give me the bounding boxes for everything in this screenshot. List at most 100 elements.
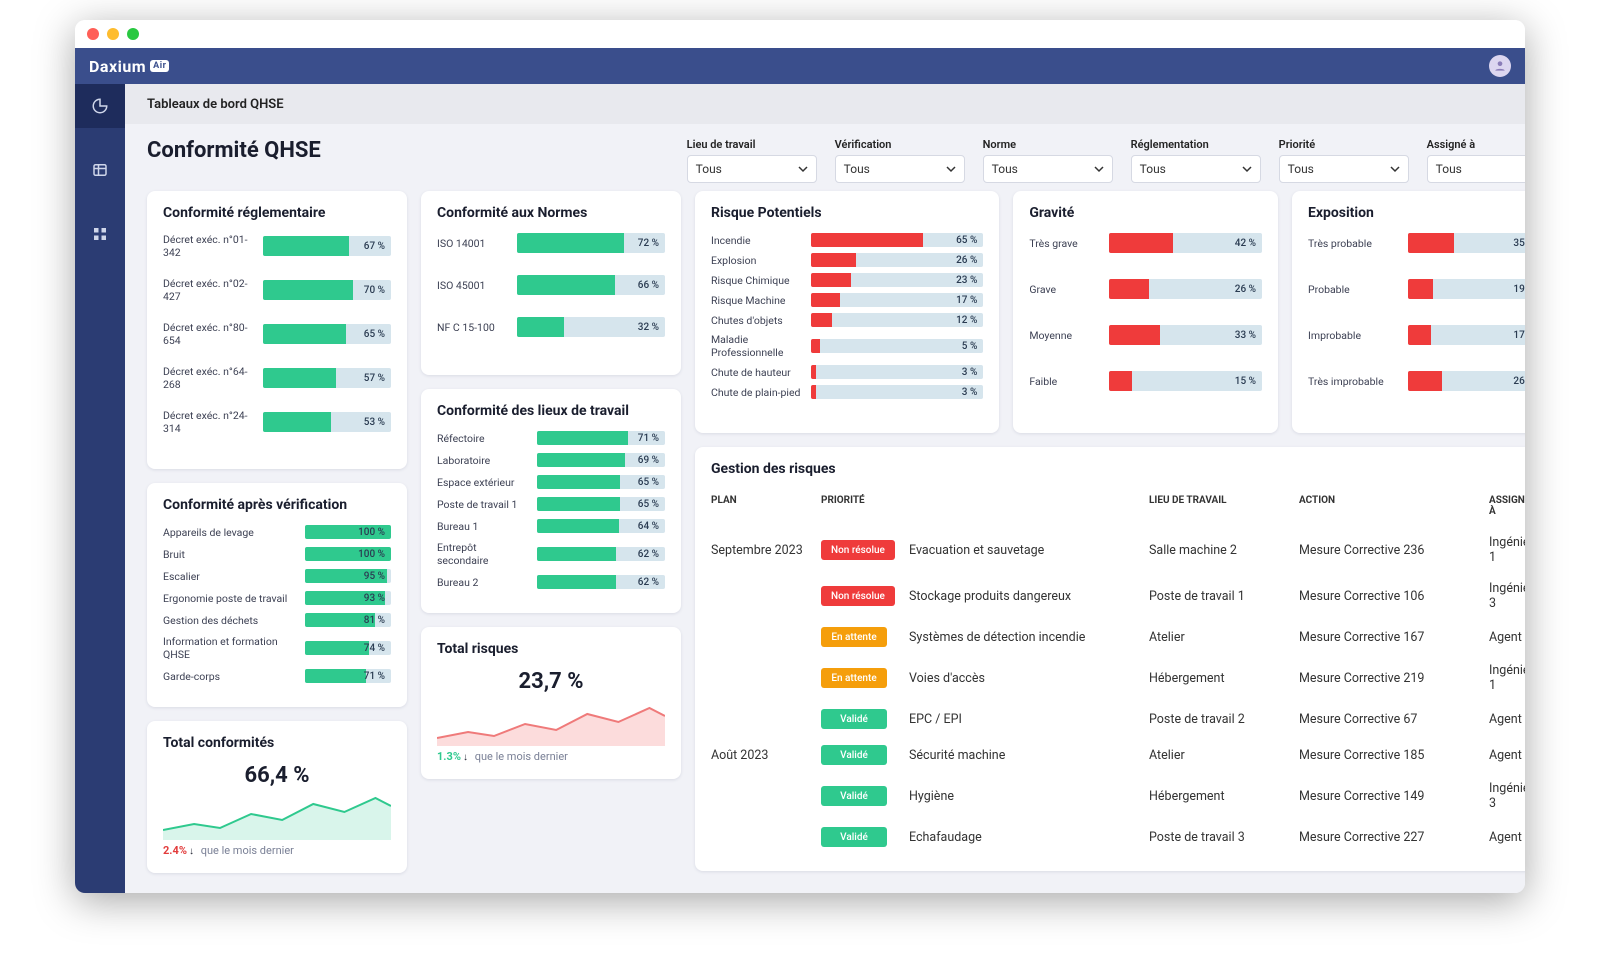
bar-fill xyxy=(537,575,616,589)
sidebar-item-tables[interactable] xyxy=(75,148,125,192)
filters: Lieu de travail Tous Vérification Tous N… xyxy=(687,138,1525,183)
kpi-value: 66,4 % xyxy=(244,763,309,788)
bar-value: 57 % xyxy=(364,373,385,384)
arrow-down-icon: ↓ xyxy=(189,846,194,857)
bar-label: Espace extérieur xyxy=(437,476,527,489)
app-header: Daxium Air xyxy=(75,48,1525,84)
bar-label: ISO 14001 xyxy=(437,237,507,250)
risk-row[interactable]: En attente Systèmes de détection incendi… xyxy=(711,619,1525,655)
bar-label: ISO 45001 xyxy=(437,279,507,292)
filter-2: Norme Tous xyxy=(983,138,1113,183)
bar-fill xyxy=(811,339,820,353)
risk-row[interactable]: Validé EPC / EPI Poste de travail 2 Mesu… xyxy=(711,701,1525,737)
priority-badge: Validé xyxy=(821,709,887,729)
bar-track: 23 % xyxy=(811,273,983,287)
card-title: Conformité après vérification xyxy=(163,497,391,513)
bar-label: Information et formation QHSE xyxy=(163,635,295,661)
bar-row: Bruit 100 % xyxy=(163,547,391,561)
risk-lieu: Salle machine 2 xyxy=(1149,543,1289,558)
sidebar-item-apps[interactable] xyxy=(75,212,125,256)
bar-fill xyxy=(305,641,369,655)
filter-value: Tous xyxy=(1140,162,1166,176)
bar-value: 65 % xyxy=(638,499,659,510)
bar-fill xyxy=(263,236,349,256)
bar-row: Chutes d'objets 12 % xyxy=(711,313,983,327)
risk-lieu: Atelier xyxy=(1149,630,1289,645)
card-title: Conformité réglementaire xyxy=(163,205,391,221)
filter-4: Priorité Tous xyxy=(1279,138,1409,183)
bar-value: 26 % xyxy=(956,255,977,266)
pie-icon xyxy=(91,97,109,115)
bar-value: 62 % xyxy=(638,549,659,560)
bar-row: Très probable 35 % xyxy=(1308,233,1525,253)
bar-track: 26 % xyxy=(1109,279,1262,299)
bar-track: 62 % xyxy=(537,575,665,589)
priority-badge: Validé xyxy=(821,745,887,765)
filter-select[interactable]: Tous xyxy=(835,155,965,183)
card-conformite-normes: Conformité aux Normes ISO 14001 72 % ISO… xyxy=(421,191,681,375)
bar-track: 65 % xyxy=(263,324,391,344)
risk-row[interactable]: Août 2023 Validé Sécurité machine Atelie… xyxy=(711,737,1525,773)
bar-label: Décret exéc. n°01-342 xyxy=(163,233,253,259)
risks-table-header: PLAN PRIORITÉ LIEU DE TRAVAIL ACTION ASS… xyxy=(711,489,1525,527)
card-title: Risque Potentiels xyxy=(711,205,983,221)
bar-value: 3 % xyxy=(962,367,978,378)
app-name: Daxium xyxy=(89,57,146,76)
risk-row[interactable]: Non résolue Stockage produits dangereux … xyxy=(711,573,1525,619)
priority-badge: Validé xyxy=(821,786,887,806)
bar-label: NF C 15-100 xyxy=(437,321,507,334)
chevron-down-icon xyxy=(798,164,808,174)
window-minimize-dot[interactable] xyxy=(107,28,119,40)
bar-value: 66 % xyxy=(638,280,659,291)
col-action-blank xyxy=(909,495,1139,517)
risk-row[interactable]: Validé Echafaudage Poste de travail 3 Me… xyxy=(711,819,1525,855)
bar-track: 69 % xyxy=(537,453,665,467)
filter-5: Assigné à Tous xyxy=(1427,138,1525,183)
risk-row[interactable]: En attente Voies d'accès Hébergement Mes… xyxy=(711,655,1525,701)
filter-select[interactable]: Tous xyxy=(1131,155,1261,183)
bar-track: 74 % xyxy=(305,641,391,655)
window-zoom-dot[interactable] xyxy=(127,28,139,40)
bar-row: Très grave 42 % xyxy=(1029,233,1262,253)
bar-value: 93 % xyxy=(364,593,385,604)
risk-row[interactable]: Septembre 2023 Non résolue Evacuation et… xyxy=(711,527,1525,573)
user-avatar[interactable] xyxy=(1489,55,1511,77)
bar-row: Improbable 17 % xyxy=(1308,325,1525,345)
kpi-delta-text: que le mois dernier xyxy=(201,844,294,857)
risk-action: Sécurité machine xyxy=(909,748,1139,763)
bar-track: 100 % xyxy=(305,525,391,539)
bar-value: 95 % xyxy=(364,571,385,582)
filter-1: Vérification Tous xyxy=(835,138,965,183)
bar-track: 57 % xyxy=(263,368,391,388)
bar-fill xyxy=(537,431,628,445)
chevron-down-icon xyxy=(946,164,956,174)
filter-select[interactable]: Tous xyxy=(983,155,1113,183)
bar-label: Chute de hauteur xyxy=(711,366,801,379)
risk-action: Systèmes de détection incendie xyxy=(909,630,1139,645)
window-close-dot[interactable] xyxy=(87,28,99,40)
risk-row[interactable]: Validé Hygiène Hébergement Mesure Correc… xyxy=(711,773,1525,819)
bar-value: 12 % xyxy=(956,315,977,326)
card-gestion-risques: Gestion des risques PLAN PRIORITÉ LIEU D… xyxy=(695,447,1525,871)
kpi-delta: 2.4%↓ que le mois dernier xyxy=(163,844,391,857)
bar-label: Bureau 2 xyxy=(437,576,527,589)
bar-track: 65 % xyxy=(537,497,665,511)
sidebar-item-dashboard[interactable] xyxy=(75,84,125,128)
filter-select[interactable]: Tous xyxy=(1427,155,1525,183)
risk-action: Echafaudage xyxy=(909,830,1139,845)
col-lieu: LIEU DE TRAVAIL xyxy=(1149,495,1289,517)
filter-0: Lieu de travail Tous xyxy=(687,138,817,183)
bar-value: 100 % xyxy=(358,549,385,560)
risk-assignee: Ingénieur 1 xyxy=(1489,535,1525,565)
card-title: Conformité aux Normes xyxy=(437,205,665,221)
bar-row: Maladie Professionnelle 5 % xyxy=(711,333,983,359)
bar-value: 26 % xyxy=(1513,376,1525,387)
filter-select[interactable]: Tous xyxy=(1279,155,1409,183)
bar-row: Incendie 65 % xyxy=(711,233,983,247)
bar-row: Information et formation QHSE 74 % xyxy=(163,635,391,661)
bar-track: 67 % xyxy=(263,236,391,256)
bar-track: 71 % xyxy=(305,669,391,683)
bar-value: 71 % xyxy=(364,671,385,682)
filter-select[interactable]: Tous xyxy=(687,155,817,183)
bar-label: Très probable xyxy=(1308,237,1398,250)
